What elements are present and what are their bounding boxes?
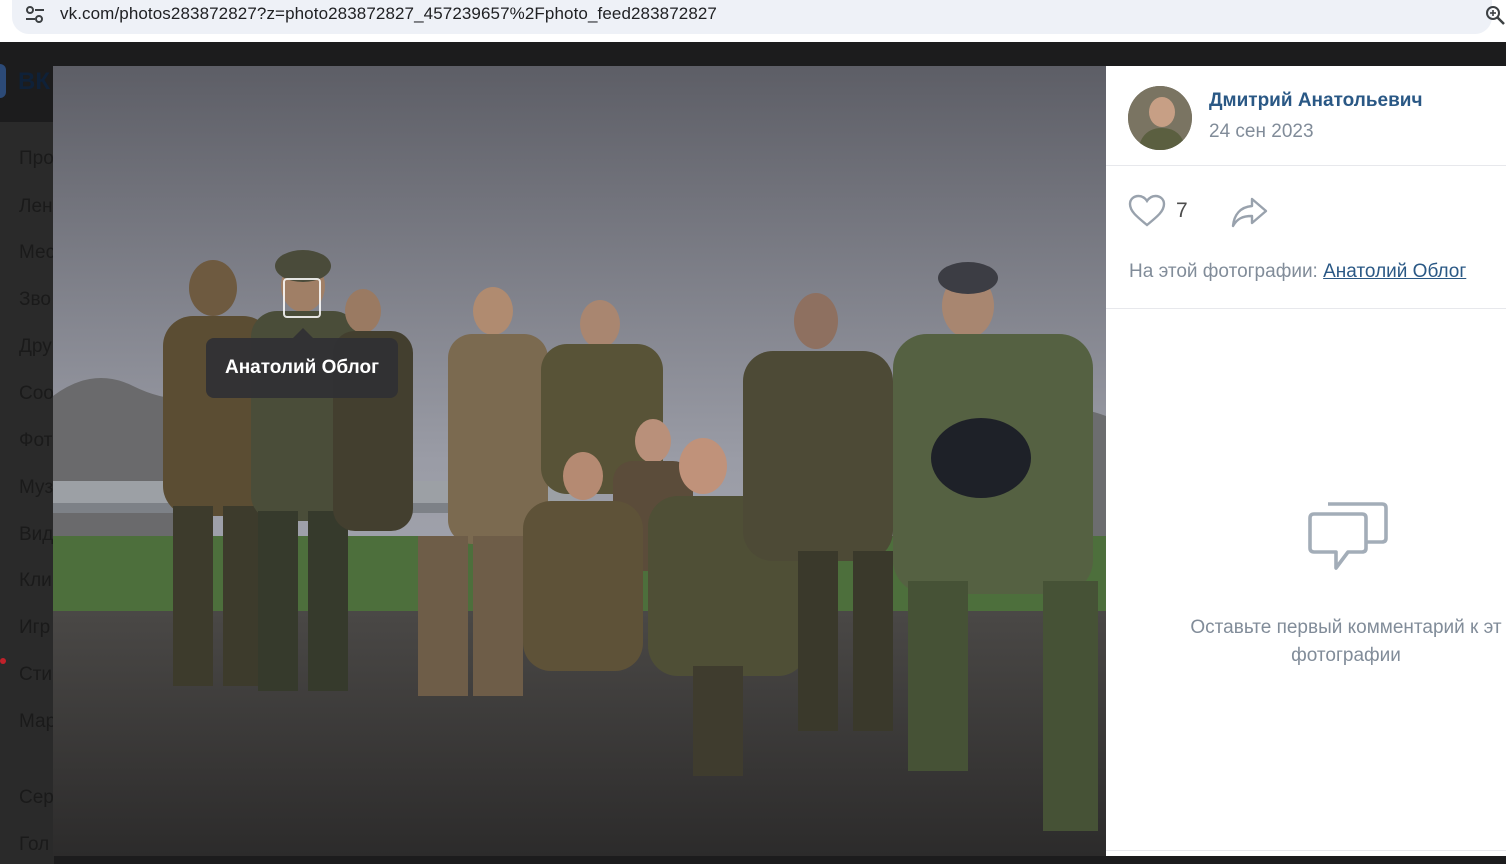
zoom-icon[interactable] <box>1484 4 1506 26</box>
like-count: 7 <box>1176 199 1188 222</box>
vk-logo[interactable]: ВК <box>18 68 50 96</box>
in-photo-line: На этой фотографии: Анатолий Облог <box>1129 261 1466 283</box>
sidebar-item-stickers[interactable]: Сти <box>19 664 52 686</box>
browser-address-bar: vk.com/photos283872827?z=photo283872827_… <box>0 0 1506 42</box>
comments-section: Оставьте первый комментарий к эт фотогра… <box>1106 310 1506 850</box>
photo-image <box>53 66 1106 856</box>
person-tag-tooltip[interactable]: Анатолий Облог <box>206 338 398 398</box>
sidebar-item-messenger[interactable]: Мес <box>19 242 55 264</box>
face-tag-box[interactable] <box>283 278 321 318</box>
author-name[interactable]: Дмитрий Анатольевич <box>1209 90 1422 112</box>
sidebar-item-friends[interactable]: Дру <box>19 336 52 358</box>
avatar-image <box>1128 86 1192 150</box>
sidebar-item-video[interactable]: Вид <box>19 524 53 546</box>
sidebar-item-feed[interactable]: Лен <box>19 196 53 218</box>
in-photo-label: На этой фотографии: <box>1129 261 1318 282</box>
photo[interactable]: Анатолий Облог <box>53 66 1106 856</box>
comments-bubble-icon <box>1308 502 1388 570</box>
sidebar-item-services[interactable]: Сер <box>19 787 54 809</box>
in-photo-person-link[interactable]: Анатолий Облог <box>1323 261 1466 282</box>
heart-icon <box>1128 194 1166 227</box>
tooltip-arrow <box>293 328 313 338</box>
author-header: Дмитрий Анатольевич 24 сен 2023 <box>1106 66 1506 166</box>
sidebar-item-profile[interactable]: Про <box>19 148 54 170</box>
avatar[interactable] <box>1128 86 1192 150</box>
vk-logo-mark <box>0 64 6 98</box>
share-arrow-icon[interactable] <box>1230 195 1270 229</box>
like-button[interactable]: 7 <box>1128 193 1188 229</box>
photo-info-panel: Дмитрий Анатольевич 24 сен 2023 7 На это… <box>1106 66 1506 856</box>
sidebar-item-calls[interactable]: Зво <box>19 289 51 311</box>
sidebar-item-photos[interactable]: Фот <box>19 430 52 452</box>
url-text[interactable]: vk.com/photos283872827?z=photo283872827_… <box>60 4 717 24</box>
post-date[interactable]: 24 сен 2023 <box>1209 121 1314 143</box>
sidebar-item-communities[interactable]: Соо <box>19 383 54 405</box>
sidebar-item-games[interactable]: Игр <box>19 617 50 639</box>
notification-dot <box>0 658 6 664</box>
empty-comments-text: Оставьте первый комментарий к эт фотогра… <box>1190 617 1502 666</box>
actions-section: 7 На этой фотографии: Анатолий Облог <box>1106 167 1506 309</box>
sidebar-item-market[interactable]: Мар <box>19 711 56 733</box>
divider <box>1106 850 1506 851</box>
sidebar-item-clips[interactable]: Кли <box>19 570 52 592</box>
sidebar-item-voices[interactable]: Гол <box>19 834 49 856</box>
tune-icon[interactable] <box>24 4 46 26</box>
sidebar-item-music[interactable]: Муз <box>19 477 53 499</box>
